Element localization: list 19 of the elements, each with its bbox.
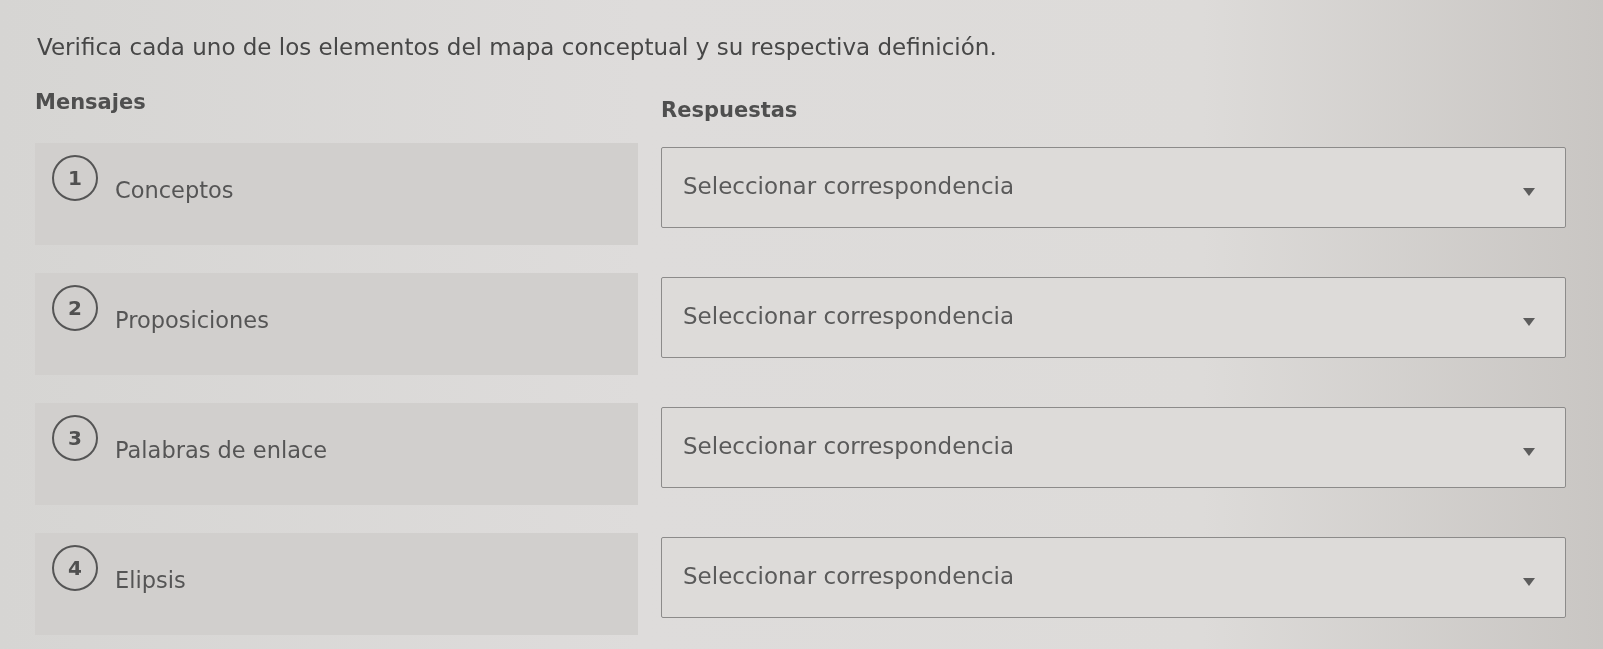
answer-dropdown[interactable]: Seleccionar correspondencia	[661, 537, 1566, 618]
message-label: Elipsis	[115, 566, 186, 595]
answer-dropdown[interactable]: Seleccionar correspondencia	[661, 147, 1566, 228]
messages-heading: Mensajes	[35, 89, 146, 116]
caret-icon	[1523, 577, 1535, 586]
item-number: 2	[52, 285, 98, 331]
answer-dropdown[interactable]: Seleccionar correspondencia	[661, 407, 1566, 488]
caret-icon	[1523, 317, 1535, 326]
answer-dropdown[interactable]: Seleccionar correspondencia	[661, 277, 1566, 358]
answers-heading: Respuestas	[661, 97, 798, 124]
message-label: Palabras de enlace	[115, 436, 328, 465]
message-label: Proposiciones	[115, 306, 269, 335]
item-number: 3	[52, 415, 98, 461]
item-number: 1	[52, 155, 98, 201]
caret-icon	[1523, 187, 1535, 196]
item-number: 4	[52, 545, 98, 591]
caret-icon	[1523, 447, 1535, 456]
message-label: Conceptos	[115, 176, 234, 205]
instruction-text: Verifica cada uno de los elementos del mapa conceptual y su respectiva definición.	[37, 33, 997, 62]
